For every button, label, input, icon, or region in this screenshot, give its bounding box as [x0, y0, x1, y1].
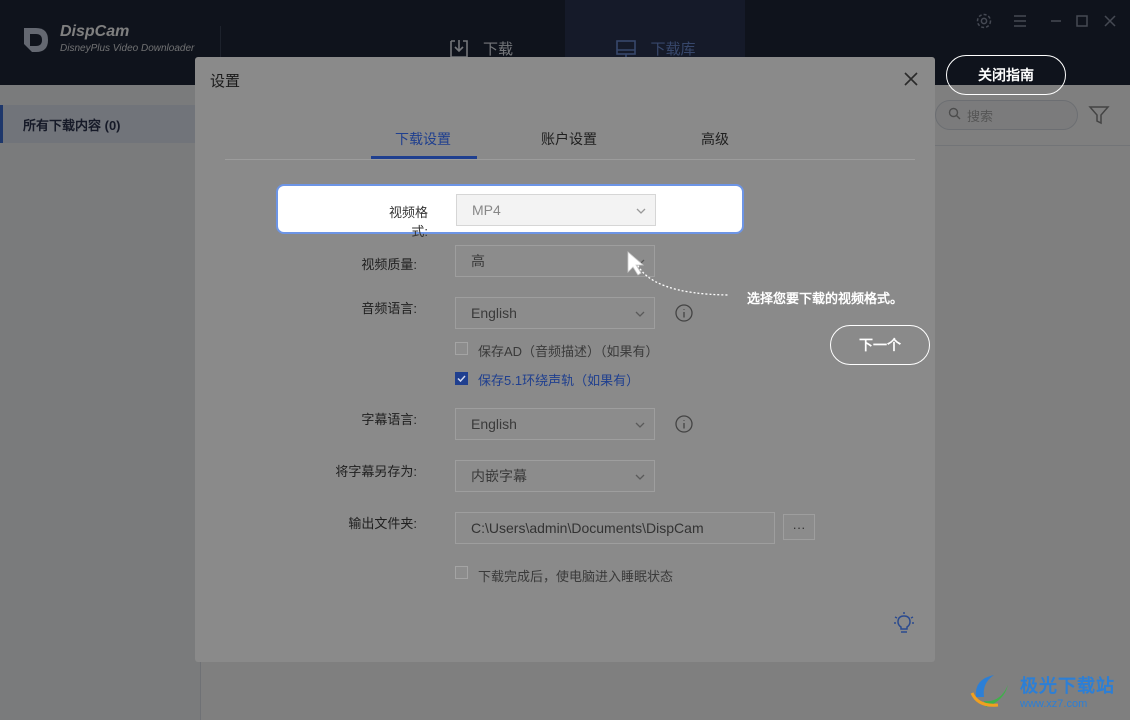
chevron-down-icon: [634, 470, 646, 486]
next-button[interactable]: 下一个: [830, 325, 930, 365]
video-format-highlight: 视频格式: MP4: [276, 184, 744, 239]
save-subtitle-as-label: 将字幕另存为:: [335, 464, 417, 479]
chevron-down-icon: [635, 204, 647, 220]
sleep-after-checkbox[interactable]: [455, 566, 468, 579]
tab-account-settings[interactable]: 账户设置: [541, 129, 597, 149]
save-51-label: 保存5.1环绕声轨（如果有）: [478, 373, 640, 388]
video-format-value: MP4: [472, 202, 501, 218]
video-quality-label: 视频质量:: [361, 257, 417, 272]
audio-language-value: English: [471, 305, 517, 321]
video-format-select[interactable]: MP4: [456, 194, 656, 226]
guide-message: 选择您要下载的视频格式。: [747, 291, 904, 306]
save-subtitle-as-select[interactable]: 内嵌字幕: [455, 460, 655, 492]
output-folder-value: C:\Users\admin\Documents\DispCam: [471, 520, 704, 536]
site-watermark: 极光下载站 www.xz7.com: [968, 666, 1115, 716]
save-51-checkbox[interactable]: [455, 372, 468, 385]
output-folder-label: 输出文件夹:: [348, 516, 417, 531]
settings-dialog: 设置 下载设置 账户设置 高级 视频质量: 高 音频语言: English 保存…: [195, 57, 935, 662]
browse-folder-button[interactable]: ···: [783, 514, 815, 540]
chevron-down-icon: [634, 307, 646, 323]
watermark-url: www.xz7.com: [1020, 698, 1088, 710]
close-guide-button[interactable]: 关闭指南: [946, 55, 1066, 95]
tab-advanced[interactable]: 高级: [701, 129, 729, 149]
subtitle-language-label: 字幕语言:: [361, 412, 417, 427]
tab-download-settings[interactable]: 下载设置: [395, 129, 451, 149]
info-icon[interactable]: [674, 414, 694, 434]
sleep-after-label: 下载完成后，使电脑进入睡眠状态: [478, 569, 674, 584]
audio-language-label: 音频语言:: [361, 301, 417, 316]
dialog-title: 设置: [210, 73, 241, 90]
settings-tabs: 下载设置 账户设置 高级: [225, 119, 915, 160]
subtitle-language-select[interactable]: English: [455, 408, 655, 440]
active-tab-indicator: [371, 156, 477, 159]
lightbulb-icon[interactable]: [893, 611, 915, 640]
video-quality-value: 高: [471, 253, 485, 269]
watermark-name: 极光下载站: [1020, 676, 1115, 696]
close-icon[interactable]: [901, 69, 921, 89]
save-ad-label: 保存AD（音频描述）（如果有）: [478, 344, 659, 359]
video-format-label: 视频格式:: [388, 205, 428, 239]
output-folder-input[interactable]: C:\Users\admin\Documents\DispCam: [455, 512, 775, 544]
save-subtitle-as-value: 内嵌字幕: [471, 468, 527, 484]
guide-pointer-arrow-icon: [620, 248, 735, 308]
chevron-down-icon: [634, 418, 646, 434]
save-ad-checkbox[interactable]: [455, 342, 468, 355]
aurora-logo-icon: [968, 667, 1014, 716]
subtitle-language-value: English: [471, 416, 517, 432]
